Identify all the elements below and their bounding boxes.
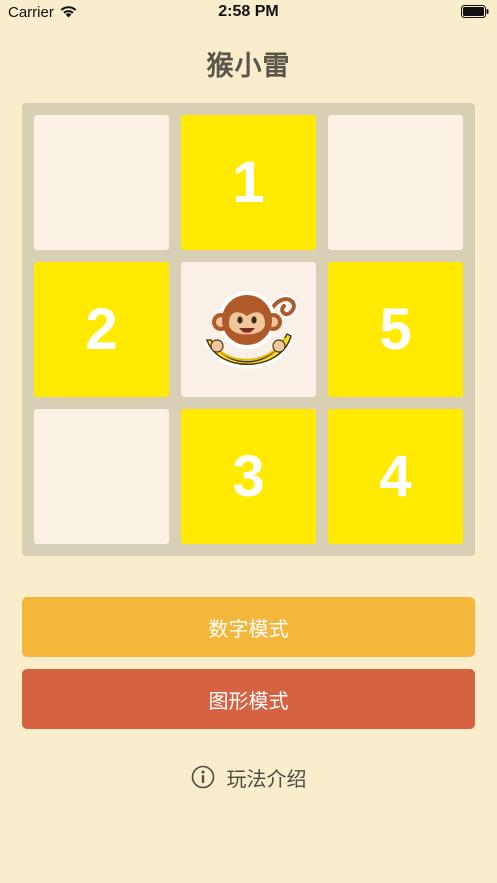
info-icon xyxy=(191,765,214,789)
tile-number[interactable]: 3 xyxy=(181,409,316,544)
tile-empty[interactable] xyxy=(34,115,169,250)
tile-number[interactable]: 5 xyxy=(328,262,463,397)
monkey-banana-icon xyxy=(202,290,298,369)
how-to-play-link[interactable]: 玩法介绍 xyxy=(0,762,497,792)
image-mode-button[interactable]: 图形模式 xyxy=(22,669,475,729)
puzzle-board: 1 2 5 3 4 xyxy=(22,103,475,556)
page-title: 猴小雷 xyxy=(206,51,291,82)
tile-empty[interactable] xyxy=(328,115,463,250)
status-time: 2:58 PM xyxy=(218,3,279,20)
how-to-play-label: 玩法介绍 xyxy=(226,766,307,791)
tile-number[interactable]: 2 xyxy=(34,262,169,397)
tile-monkey[interactable] xyxy=(181,262,316,397)
number-mode-button[interactable]: 数字模式 xyxy=(22,597,475,657)
tile-number[interactable]: 1 xyxy=(181,115,316,250)
status-bar: Carrier 2:58 PM xyxy=(0,0,497,26)
tile-number[interactable]: 4 xyxy=(328,409,463,544)
battery-icon xyxy=(461,5,489,18)
tile-empty[interactable] xyxy=(34,409,169,544)
